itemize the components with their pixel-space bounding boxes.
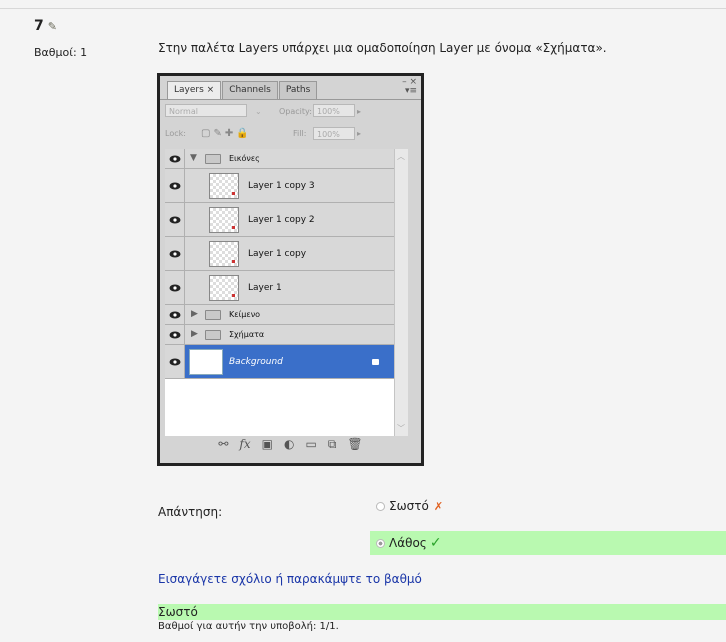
tab-paths: Paths <box>278 81 318 99</box>
top-divider <box>0 8 726 9</box>
edit-icon[interactable]: ✎ <box>48 20 57 33</box>
lock-icon <box>372 359 379 365</box>
layer-name: Layer 1 <box>248 283 282 293</box>
eye-icon <box>165 169 185 202</box>
layer-thumbnail <box>209 241 239 267</box>
lock-icons: ▢✎✚🔒 <box>201 128 252 139</box>
trash-icon: 🗑 <box>347 437 363 451</box>
layer-name: Κείμενο <box>229 310 261 319</box>
blend-mode-select: Normal <box>165 104 247 117</box>
comment-override-link[interactable]: Εισαγάγετε σχόλιο ή παρακάμψτε το βαθμό <box>158 572 422 586</box>
layers-list: ▼ Εικόνες Layer 1 copy 3 Layer 1 copy 2 … <box>165 149 408 436</box>
tab-channels: Channels <box>222 81 278 99</box>
eye-icon <box>165 149 185 168</box>
eye-icon <box>165 305 185 324</box>
grade-summary: Βαθμοί για αυτήν την υποβολή: 1/1. <box>158 621 339 632</box>
eye-icon <box>165 203 185 236</box>
fx-icon: fx <box>239 437 251 451</box>
layers-panel-image: Layers × Channels Paths – × ▾≡ Normal ⌄ O… <box>157 73 424 466</box>
collapse-triangle-icon: ▶ <box>191 329 198 339</box>
radio-false[interactable] <box>376 539 385 548</box>
option-false[interactable]: Λάθος ✓ <box>370 531 726 555</box>
eye-icon <box>165 325 185 344</box>
layer-thumbnail <box>209 207 239 233</box>
tab-layers: Layers × <box>167 81 222 99</box>
eye-icon <box>165 237 185 270</box>
layer-name: Background <box>229 357 283 367</box>
link-icon: ⚯ <box>218 437 229 451</box>
question-marks: Βαθμοί: 1 <box>34 46 88 59</box>
correct-icon: ✓ <box>429 535 442 551</box>
folder-icon <box>205 310 221 320</box>
question-number-text: 7 <box>34 18 44 34</box>
fill-field: 100% <box>313 127 355 140</box>
layer-name: Εικόνες <box>229 154 260 163</box>
layer-name: Σχήματα <box>229 330 265 339</box>
layer-row: ▼ Εικόνες <box>165 149 408 169</box>
new-group-icon: ▭ <box>305 437 317 451</box>
adjustment-icon: ◐ <box>283 437 295 451</box>
mask-icon: ▣ <box>261 437 273 451</box>
option-true[interactable]: Σωστό ✗ <box>370 494 726 518</box>
layer-row-selected: Background <box>165 345 408 379</box>
layer-name: Layer 1 copy 3 <box>248 181 315 191</box>
layer-thumbnail <box>189 349 223 375</box>
panel-menu-icon: – × ▾≡ <box>402 77 417 96</box>
fill-label: Fill: <box>293 129 307 138</box>
layer-row: Layer 1 copy <box>165 237 408 271</box>
feedback-text: Σωστό <box>158 604 726 620</box>
eye-icon <box>165 271 185 304</box>
question-number: 7 ✎ <box>34 18 57 34</box>
opacity-label: Opacity: <box>279 107 312 116</box>
option-false-label: Λάθος <box>389 536 427 550</box>
layer-row: Layer 1 <box>165 271 408 305</box>
layer-name: Layer 1 copy <box>248 249 307 259</box>
layer-row: Layer 1 copy 3 <box>165 169 408 203</box>
layer-row: Layer 1 copy 2 <box>165 203 408 237</box>
layer-row: ▶ Κείμενο <box>165 305 408 325</box>
folder-icon <box>205 330 221 340</box>
radio-true[interactable] <box>376 502 385 511</box>
option-true-label: Σωστό <box>389 499 429 513</box>
question-text: Στην παλέτα Layers υπάρχει μια ομαδοποίη… <box>158 41 607 55</box>
layer-name: Layer 1 copy 2 <box>248 215 315 225</box>
panel-footer-icons: ⚯ fx ▣ ◐ ▭ ⧉ 🗑 <box>165 433 416 455</box>
layer-row: ▶ Σχήματα <box>165 325 408 345</box>
collapse-triangle-icon: ▶ <box>191 309 198 319</box>
answer-label: Απάντηση: <box>158 505 223 519</box>
eye-icon <box>165 345 185 378</box>
wrong-icon: ✗ <box>433 500 444 513</box>
lock-label: Lock: <box>165 129 186 138</box>
layer-thumbnail <box>209 173 239 199</box>
layers-scrollbar: ︿ ﹀ <box>394 149 408 436</box>
panel-tabs: Layers × Channels Paths <box>167 81 318 99</box>
expand-triangle-icon: ▼ <box>190 153 197 163</box>
new-layer-icon: ⧉ <box>327 436 337 451</box>
layer-thumbnail <box>209 275 239 301</box>
opacity-field: 100% <box>313 104 355 117</box>
folder-icon <box>205 154 221 164</box>
